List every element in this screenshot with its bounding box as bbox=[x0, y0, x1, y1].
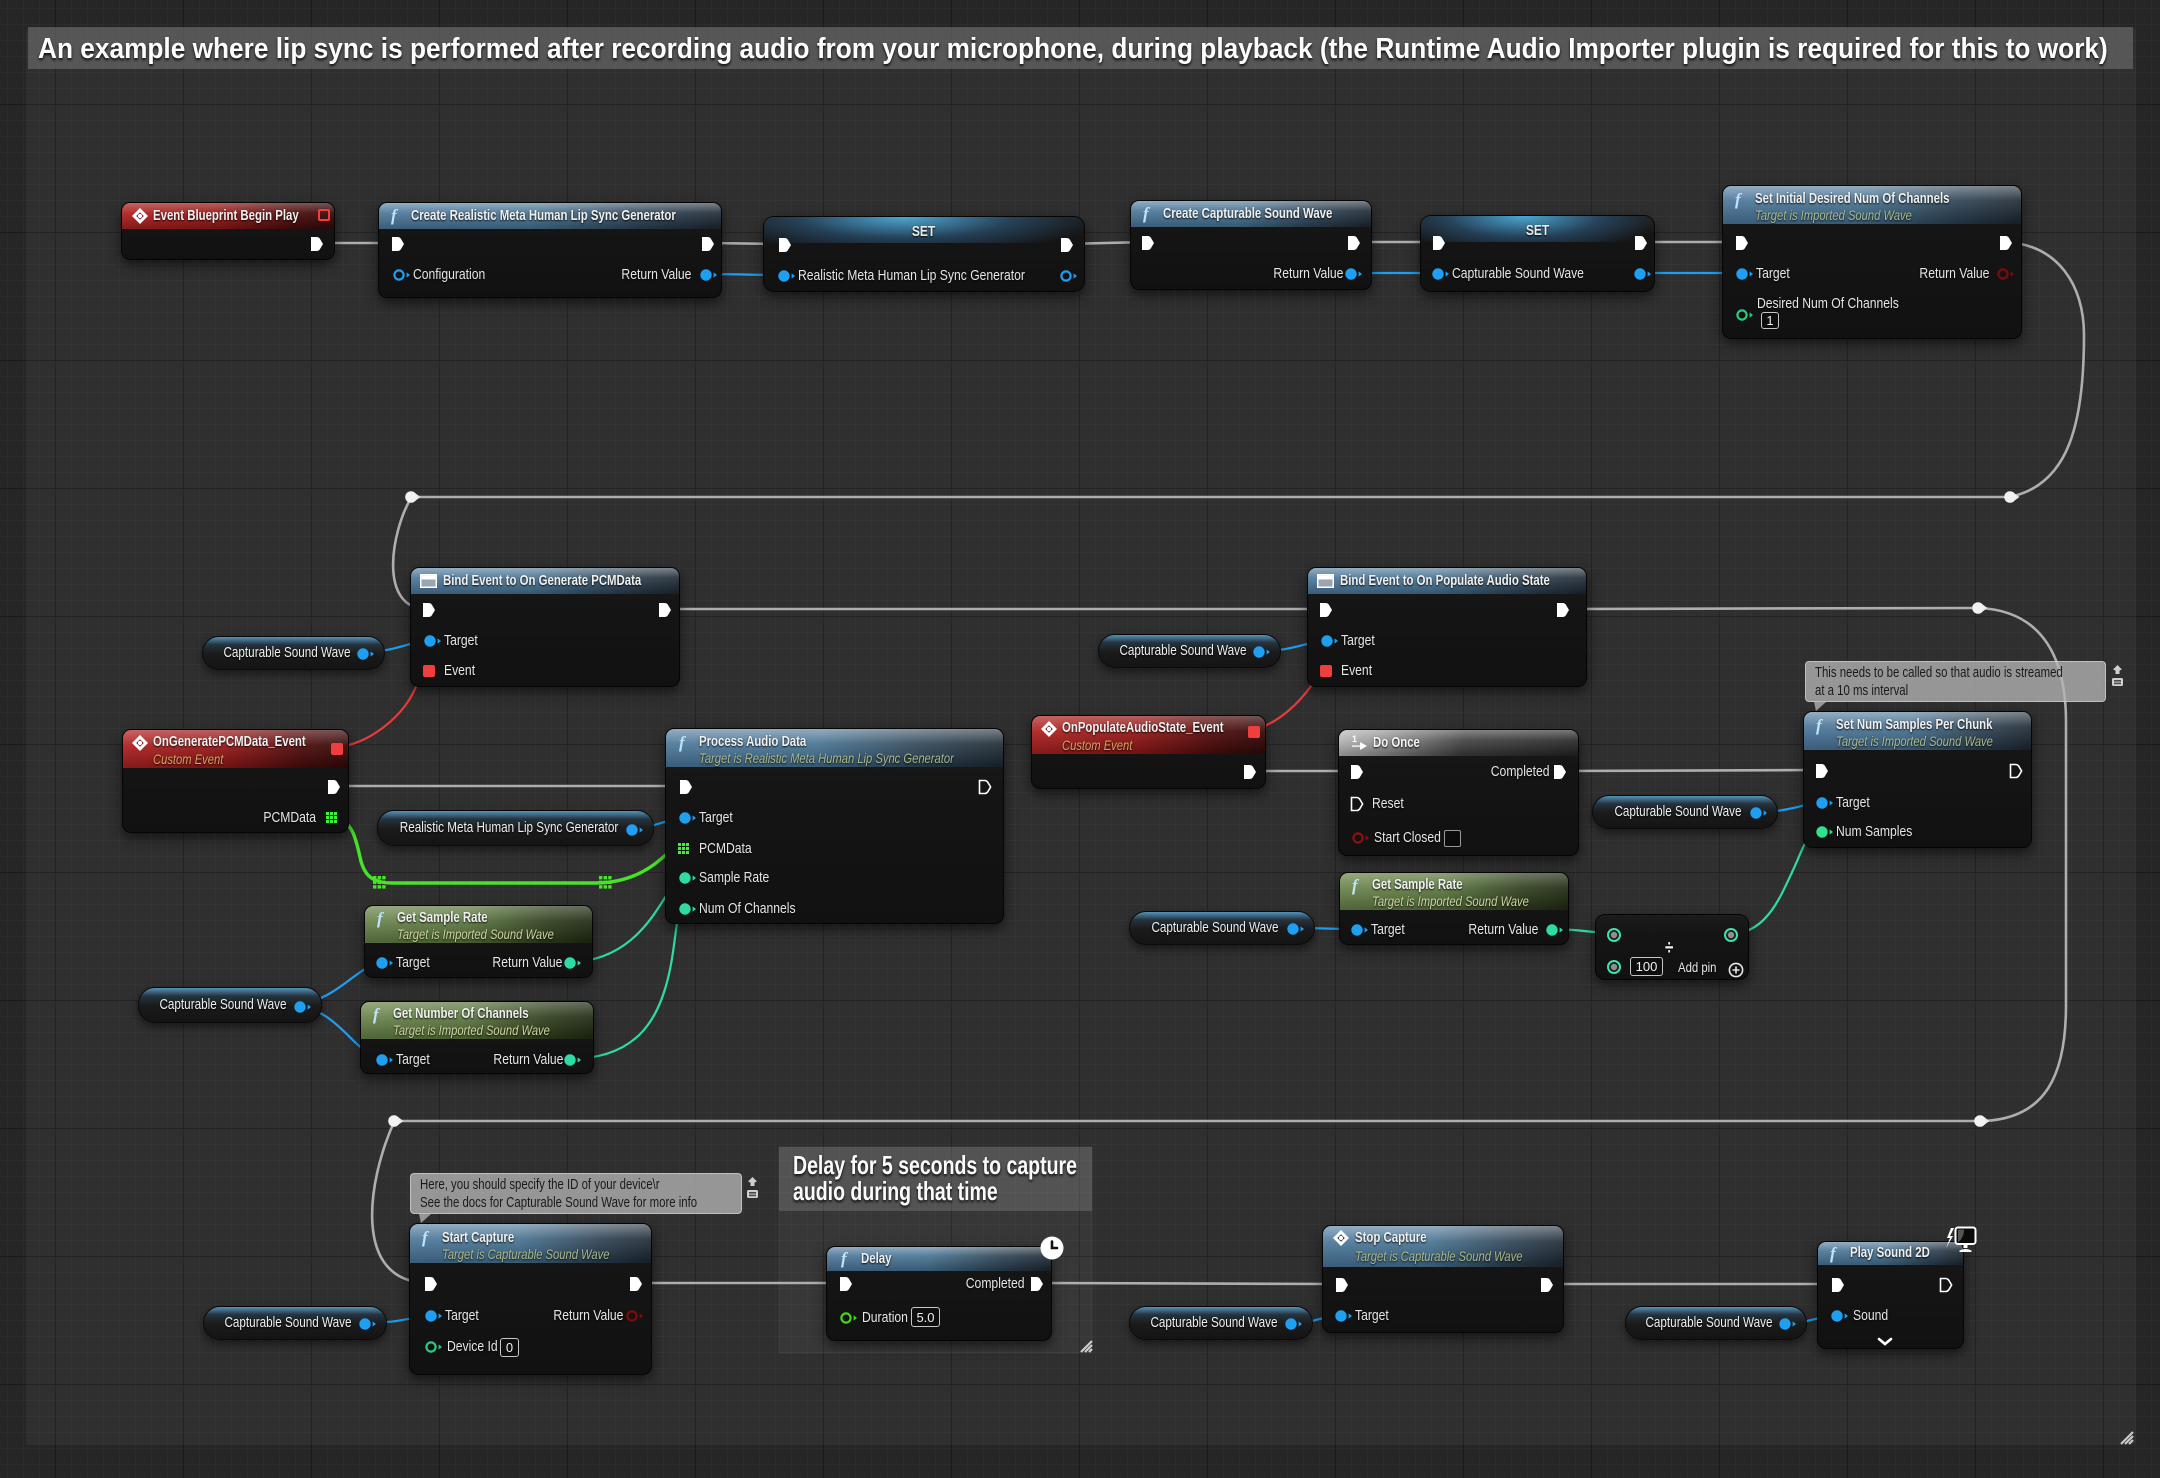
svg-text:1: 1 bbox=[1352, 734, 1357, 744]
